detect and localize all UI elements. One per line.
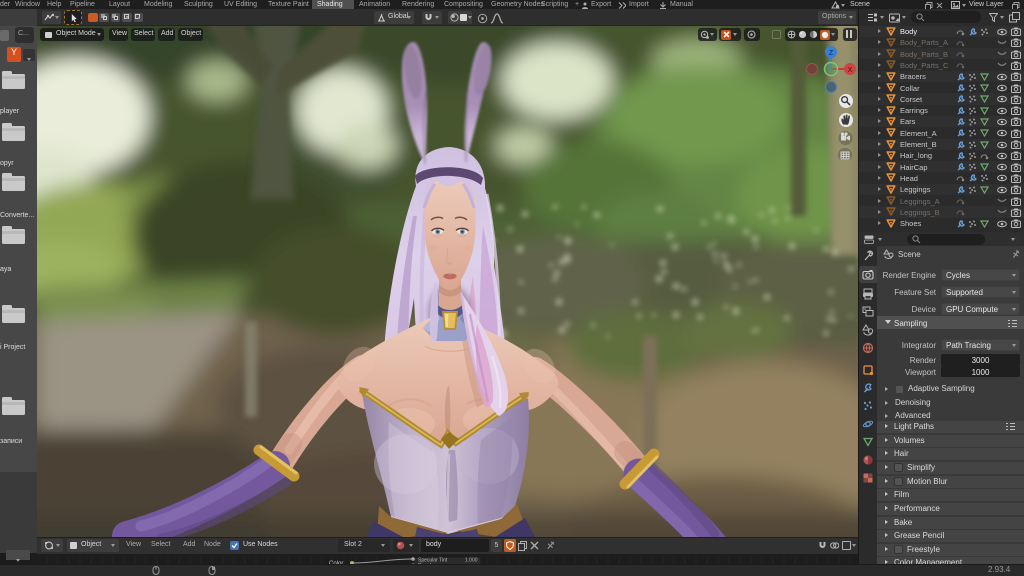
svg-text:Z: Z <box>829 50 834 57</box>
svg-text:X: X <box>848 67 853 74</box>
svg-text:1.000: 1.000 <box>465 558 478 564</box>
